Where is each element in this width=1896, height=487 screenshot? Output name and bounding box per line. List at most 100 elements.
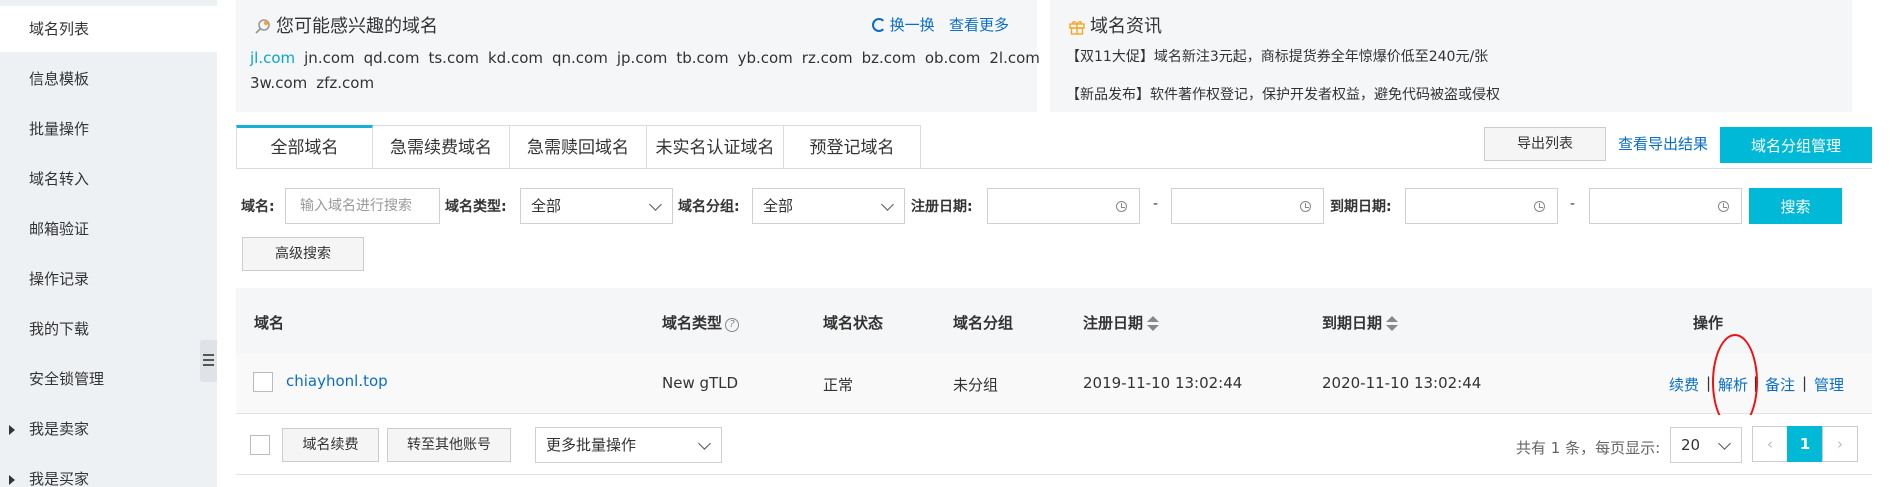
suggest-domain-link[interactable]: rz.com — [802, 49, 857, 67]
suggest-panel: 您可能感兴趣的域名 换一换 查看更多 jl.com jn.com qd.com ts.… — [236, 0, 1040, 112]
reg-date-label: 注册日期: — [911, 199, 973, 215]
tab-unverified[interactable]: 未实名认证域名 — [647, 125, 784, 169]
news-title-text: 域名资讯 — [1090, 16, 1162, 37]
suggest-domain-link[interactable]: ts.com — [428, 49, 483, 67]
domain-group-manage-button[interactable]: 域名分组管理 — [1720, 127, 1872, 163]
manage-action-link[interactable]: 管理 — [1814, 374, 1844, 395]
suggest-domain-link[interactable]: bz.com — [862, 49, 920, 67]
suggest-domain-link[interactable]: jp.com — [617, 49, 672, 67]
suggest-domain-link[interactable]: jl.com — [250, 49, 299, 67]
search-icon — [255, 19, 270, 34]
tab-all-domains[interactable]: 全部域名 — [236, 125, 373, 169]
suggest-title: 您可能感兴趣的域名 — [254, 12, 438, 38]
sort-icon[interactable] — [1386, 315, 1399, 332]
domain-type-cell: New gTLD — [662, 374, 739, 392]
domain-link[interactable]: chiayhonl.top — [286, 372, 388, 390]
sidebar-item-operation-log[interactable]: 操作记录 — [0, 256, 217, 302]
type-select[interactable]: 全部 — [520, 188, 673, 224]
domain-search-input[interactable]: 输入域名进行搜索 — [285, 188, 440, 224]
suggest-domain-link[interactable]: yb.com — [738, 49, 797, 67]
pagination-summary: 共有 1 条，每页显示: — [1516, 439, 1661, 457]
reg-date-end-input[interactable] — [1171, 188, 1324, 224]
sidebar-item-info-template[interactable]: 信息模板 — [0, 56, 217, 102]
sidebar-item-domain-list[interactable]: 域名列表 — [0, 6, 217, 52]
news-item[interactable]: 【新品发布】软件著作权登记，保护开发者权益，避免代码被盗或侵权 — [1066, 84, 1500, 104]
suggest-domain-link[interactable]: 3w.com — [250, 74, 311, 92]
select-all-checkbox[interactable] — [250, 435, 270, 455]
action-separator: | — [1802, 374, 1808, 392]
row-checkbox[interactable] — [253, 372, 273, 392]
refresh-label: 换一换 — [889, 16, 935, 34]
col-actions: 操作 — [1693, 314, 1724, 332]
chevron-down-icon — [1718, 437, 1731, 450]
sidebar-item-label: 操作记录 — [29, 270, 90, 288]
view-export-results-link[interactable]: 查看导出结果 — [1618, 133, 1708, 154]
col-domain: 域名 — [254, 314, 285, 332]
page-size-select[interactable]: 20 — [1670, 427, 1742, 463]
next-page-button[interactable]: › — [1822, 426, 1858, 462]
sidebar-item-seller[interactable]: 我是卖家 — [0, 406, 217, 452]
suggest-domain-link[interactable]: ob.com — [925, 49, 985, 67]
search-button[interactable]: 搜索 — [1749, 188, 1842, 224]
clock-icon — [1300, 201, 1311, 212]
sort-icon[interactable] — [1147, 315, 1160, 332]
batch-action-select[interactable]: 更多批量操作 — [535, 427, 722, 463]
sidebar-item-buyer[interactable]: 我是买家 — [0, 456, 217, 487]
suggest-domain-link[interactable]: zfz.com — [316, 74, 378, 92]
group-select[interactable]: 全部 — [752, 188, 905, 224]
caret-right-icon — [9, 475, 15, 485]
exp-date-end-input[interactable] — [1589, 188, 1742, 224]
page-number-button[interactable]: 1 — [1787, 426, 1823, 462]
reg-date-start-input[interactable] — [987, 188, 1140, 224]
sidebar-item-label: 我是卖家 — [29, 420, 90, 438]
batch-renew-button[interactable]: 域名续费 — [282, 428, 379, 462]
chevron-down-icon — [649, 198, 662, 211]
news-panel: 域名资讯 【双11大促】域名新注3元起，商标提货券全年惊爆价低至240元/张 【… — [1050, 0, 1852, 112]
sidebar-item-batch-ops[interactable]: 批量操作 — [0, 106, 217, 152]
suggest-domain-link[interactable]: 2l.com — [989, 49, 1044, 67]
exp-date-cell: 2020-11-10 13:02:44 — [1322, 374, 1482, 392]
chevron-down-icon — [698, 437, 711, 450]
col-exp-date[interactable]: 到期日期 — [1322, 312, 1399, 333]
batch-action-select-value: 更多批量操作 — [546, 436, 637, 454]
tabs-divider — [236, 168, 1872, 169]
help-icon[interactable]: ? — [725, 318, 740, 332]
caret-right-icon — [9, 425, 15, 435]
tab-urgent-renew[interactable]: 急需续费域名 — [373, 125, 510, 169]
suggest-domain-link[interactable]: qd.com — [364, 49, 424, 67]
exp-date-separator: - — [1570, 196, 1576, 212]
transfer-account-button[interactable]: 转至其他账号 — [387, 428, 511, 462]
suggest-domain-link[interactable]: qn.com — [552, 49, 612, 67]
domain-group-cell: 未分组 — [953, 376, 999, 394]
export-list-button[interactable]: 导出列表 — [1484, 127, 1606, 161]
news-item[interactable]: 【双11大促】域名新注3元起，商标提货券全年惊爆价低至240元/张 — [1066, 46, 1488, 66]
clock-icon — [1534, 201, 1545, 212]
suggest-domain-link[interactable]: kd.com — [488, 49, 547, 67]
table-header: 域名 域名类型? 域名状态 域名分组 注册日期 到期日期 操作 — [236, 288, 1872, 354]
renew-action-link[interactable]: 续费 — [1669, 374, 1699, 395]
sidebar-item-my-downloads[interactable]: 我的下载 — [0, 306, 217, 352]
advanced-search-button[interactable]: 高级搜索 — [242, 237, 364, 271]
suggest-domain-link[interactable]: tb.com — [676, 49, 732, 67]
tab-urgent-redeem[interactable]: 急需赎回域名 — [510, 125, 647, 169]
tab-preregistered[interactable]: 预登记域名 — [784, 125, 921, 169]
prev-page-button[interactable]: ‹ — [1752, 426, 1788, 462]
group-filter-label: 域名分组: — [678, 199, 740, 215]
refresh-button[interactable]: 换一换 — [871, 16, 935, 34]
sidebar-item-label: 邮箱验证 — [29, 220, 90, 238]
sidebar-collapse-toggle[interactable] — [200, 340, 217, 382]
type-select-value: 全部 — [531, 197, 562, 215]
sidebar-item-label: 域名转入 — [29, 170, 90, 188]
note-action-link[interactable]: 备注 — [1765, 374, 1795, 395]
view-more-link[interactable]: 查看更多 — [949, 16, 1009, 34]
suggest-domain-link[interactable]: jn.com — [304, 49, 358, 67]
suggest-domain-list: jl.com jn.com qd.com ts.com kd.com qn.com jp.c… — [250, 46, 1040, 96]
col-reg-date[interactable]: 注册日期 — [1083, 312, 1160, 333]
sidebar-item-email-verify[interactable]: 邮箱验证 — [0, 206, 217, 252]
sidebar-item-security-lock[interactable]: 安全锁管理 — [0, 356, 217, 402]
sidebar-item-label: 域名列表 — [29, 20, 90, 38]
col-status: 域名状态 — [823, 314, 884, 332]
sidebar-item-label: 安全锁管理 — [29, 370, 105, 388]
exp-date-start-input[interactable] — [1405, 188, 1558, 224]
sidebar-item-domain-transfer-in[interactable]: 域名转入 — [0, 156, 217, 202]
